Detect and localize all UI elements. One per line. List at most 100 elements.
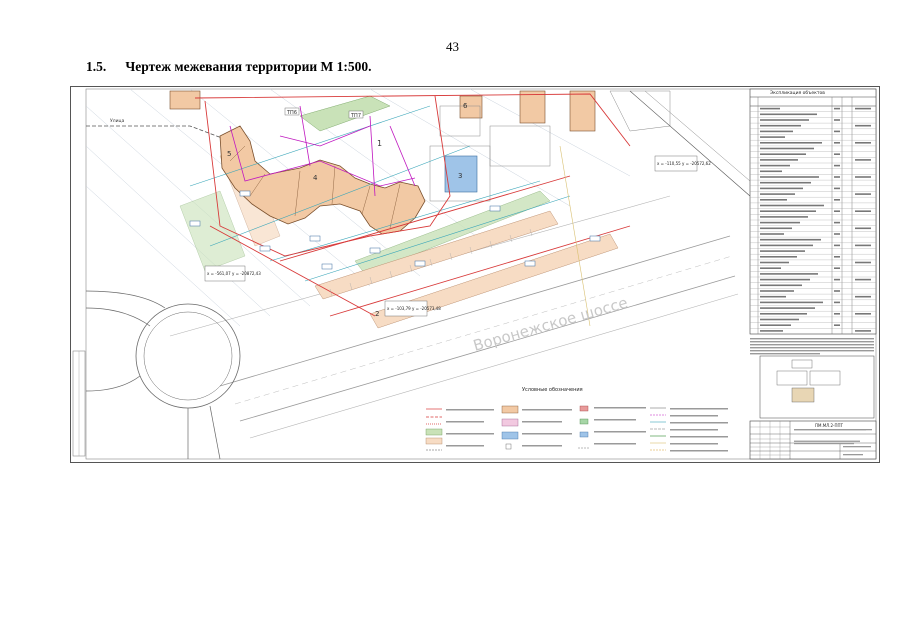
table-cell-text (760, 318, 799, 321)
stamp-code: ПМ.МЛ.2-ППТ (815, 423, 843, 428)
legend-text-line (446, 445, 484, 447)
table-cell-text (760, 124, 801, 127)
table-cell-text (760, 227, 792, 230)
table-cell-text (760, 147, 814, 150)
table-cell-text (834, 221, 840, 224)
table-cell-text (834, 256, 840, 258)
stamp-text-line (843, 446, 871, 448)
table-cell-text (760, 136, 785, 138)
table-cell-text (834, 267, 840, 269)
zone-label-6: 6 (463, 102, 468, 110)
table-cell-text (834, 187, 840, 190)
table-cell-text (834, 130, 840, 133)
table-cell-text (834, 153, 840, 155)
plot-inset (759, 355, 875, 419)
survey-plan-drawing: Улица ТП6 ТП7 1 2 3 4 5 6 x = -561,07 y … (70, 86, 880, 463)
zone-label-1: 1 (377, 139, 382, 148)
legend-text-line (670, 429, 718, 431)
table-cell-text (834, 164, 840, 167)
table-cell-text (855, 313, 871, 315)
table-cell-text (834, 278, 840, 281)
table-cell-text (760, 233, 784, 235)
table-cell-text (855, 261, 871, 264)
legend-text-line (594, 419, 636, 421)
table-cell-text (855, 107, 871, 110)
section-number: 1.5. (86, 59, 107, 74)
table-cell-text (855, 193, 871, 195)
table-cell-text (834, 233, 840, 235)
table-cell-text (760, 267, 781, 269)
legend-text-line (522, 445, 562, 447)
stamp-text-line (794, 440, 860, 442)
zone-label-5: 5 (227, 150, 231, 158)
table-cell-text (760, 330, 783, 332)
table-cell-text (855, 227, 871, 230)
table-cell-text (760, 159, 798, 161)
note-text-line (750, 353, 820, 355)
table-cell-text (834, 324, 840, 326)
table-cell-text (855, 210, 871, 212)
table-cell-text (834, 107, 840, 110)
zone-label-3: 3 (458, 172, 462, 180)
note-text-line (750, 341, 874, 343)
table-cell-text (760, 153, 806, 155)
note-text-line (750, 344, 874, 346)
table-cell-text (760, 290, 794, 292)
table-cell-text (834, 290, 840, 292)
table-cell-text (760, 250, 805, 252)
title-block: ПМ.МЛ.2-ППТ (749, 420, 877, 460)
table-cell-text (760, 113, 817, 116)
table-cell-text (834, 142, 840, 144)
table-cell-text (760, 210, 816, 212)
legend-text-line (522, 433, 572, 435)
note-text-line (750, 338, 874, 340)
table-cell-text (760, 204, 824, 207)
table-cell-text (834, 176, 840, 178)
table-cell-text (834, 301, 840, 304)
legend-text-line (670, 408, 728, 410)
zone-label-tp6: ТП6 (286, 110, 297, 116)
legend-text-line (522, 421, 562, 423)
legend-text-line (670, 415, 718, 417)
table-cell-text (760, 176, 819, 178)
section-title: Чертеж межевания территории М 1:500. (125, 59, 372, 74)
table-cell-text (760, 313, 807, 315)
table-cell-text (760, 295, 786, 298)
table-cell-text (760, 284, 802, 287)
zone-label-tp7: ТП7 (350, 113, 361, 119)
legend-text-line (446, 433, 494, 435)
table-cell-text (760, 256, 797, 258)
table-cell-text (760, 107, 780, 110)
svg-text:Улица: Улица (110, 118, 125, 124)
page-number: 43 (446, 39, 459, 54)
legend-text-line (670, 443, 718, 445)
table-cell-text (834, 313, 840, 315)
legend-text-line (670, 422, 728, 424)
table-cell-text (760, 261, 789, 264)
coord-label-3: x = -103,79 y = -20573,48 (387, 306, 441, 311)
table-cell-text (760, 273, 818, 275)
table-cell-text (855, 176, 871, 178)
legend-title: Условные обозначения (522, 387, 583, 393)
legend-text-line (594, 431, 646, 433)
table-cell-text (855, 159, 871, 161)
zone-label-4: 4 (313, 174, 318, 182)
stamp-text-line (794, 442, 854, 445)
zone-label-2: 2 (375, 310, 379, 318)
table-cell-text (760, 187, 803, 190)
table-cell-text (834, 210, 840, 212)
stamp-text-line (794, 429, 866, 431)
plan-svg: Улица ТП6 ТП7 1 2 3 4 5 6 x = -561,07 y … (70, 86, 880, 463)
table-cell-text (760, 278, 810, 281)
explication-table: Экспликация объектов (749, 88, 877, 355)
table-cell-text (760, 301, 823, 304)
table-cell-text (760, 221, 800, 224)
table-cell-text (760, 142, 822, 144)
table-cell-text (760, 193, 795, 195)
table-cell-text (855, 295, 871, 298)
legend-text-line (670, 436, 728, 438)
table-cell-text (855, 330, 871, 332)
legend-text-line (670, 450, 728, 452)
table-cell-text (760, 324, 791, 326)
note-text-line (750, 350, 874, 352)
